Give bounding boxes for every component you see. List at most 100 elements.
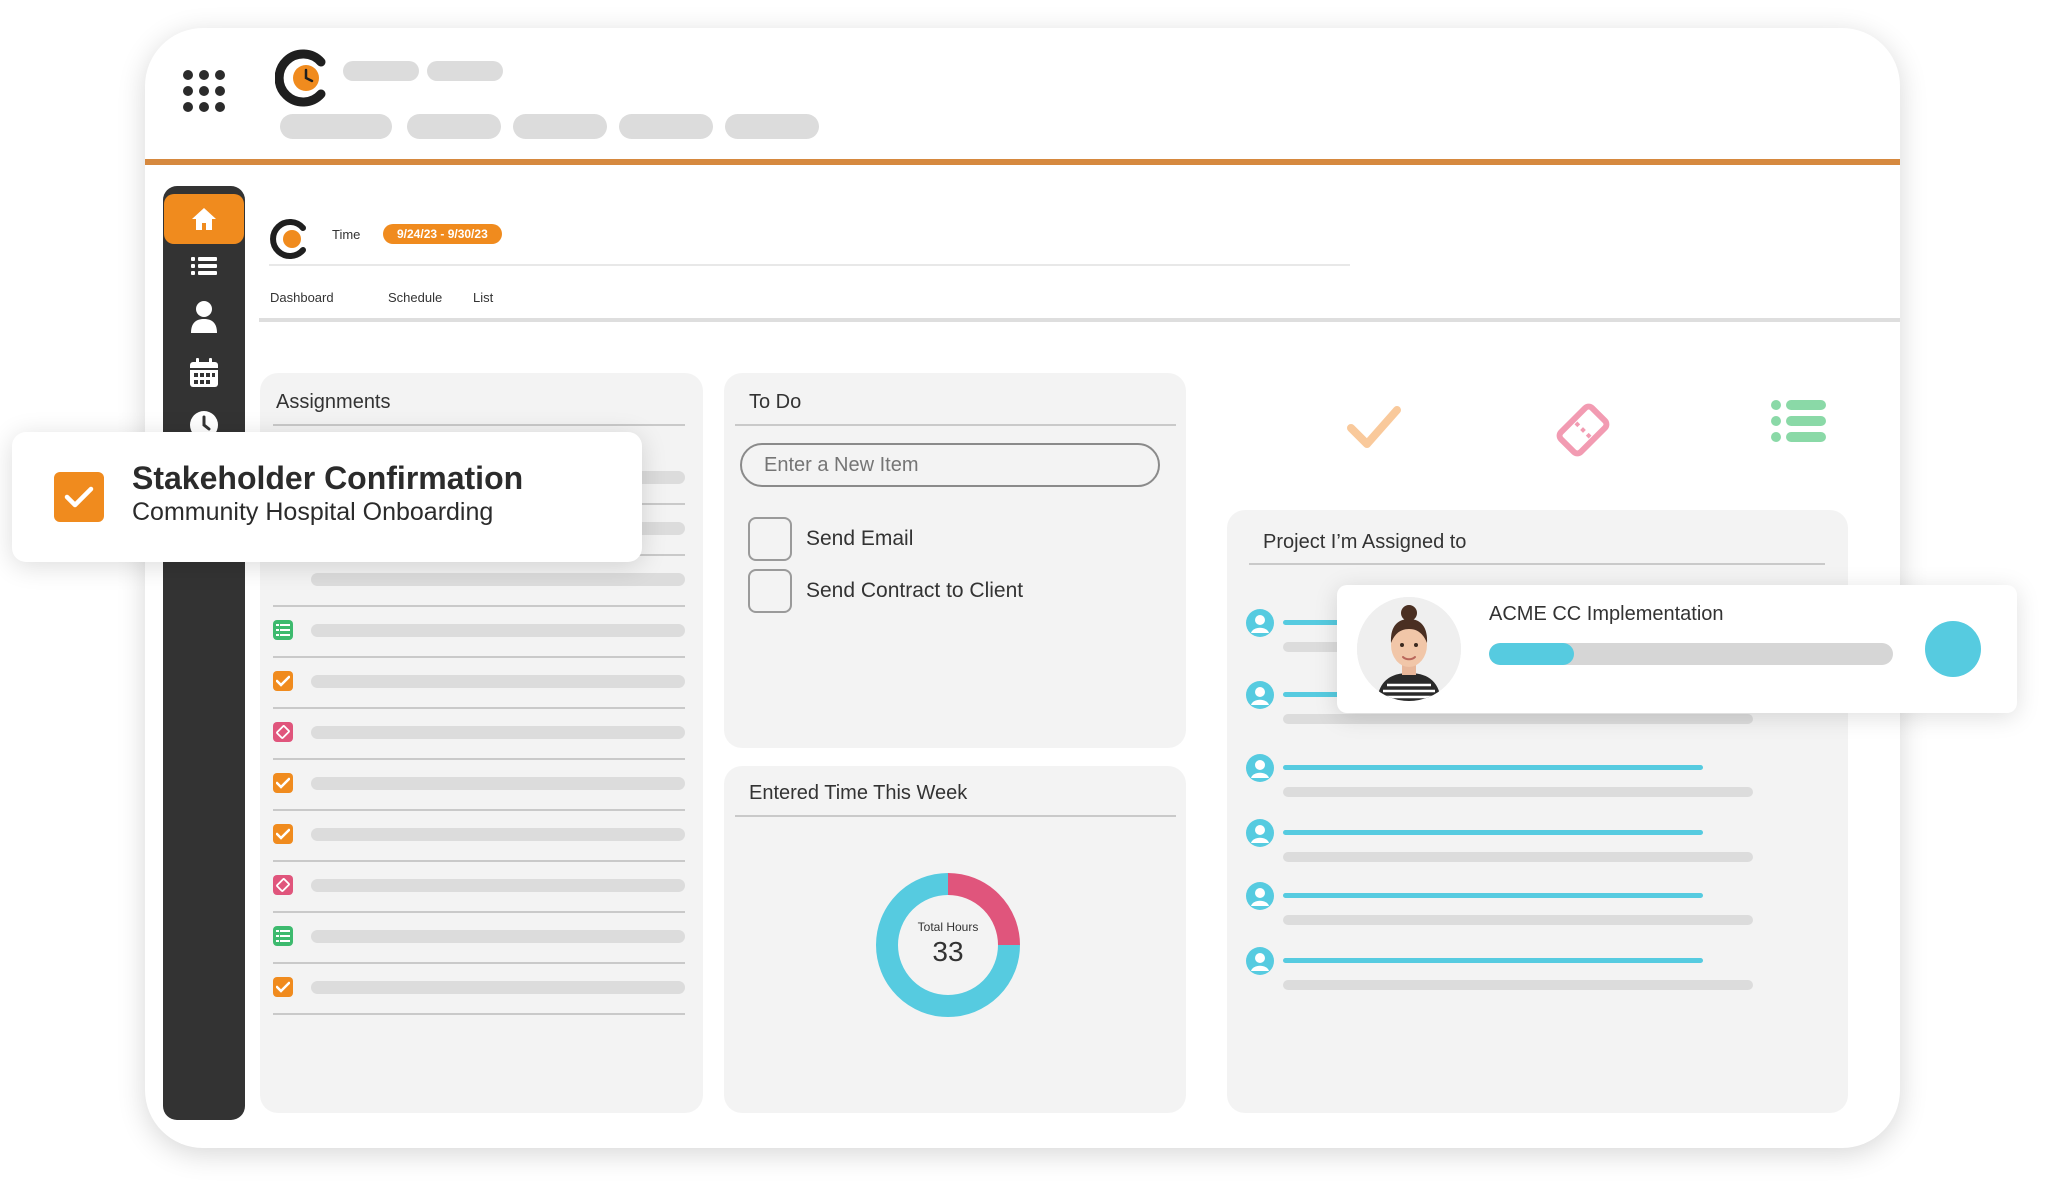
sidebar-item-list[interactable] [163, 241, 245, 291]
list-icon [273, 620, 293, 640]
tab-dashboard[interactable]: Dashboard [270, 290, 334, 305]
row-placeholder-bar [311, 726, 685, 739]
todo-item[interactable]: Send Contract to Client [748, 569, 1023, 613]
check-icon [1347, 406, 1401, 448]
check-icon [54, 472, 104, 522]
user-icon [191, 301, 217, 333]
new-item-input[interactable] [740, 443, 1160, 487]
assignment-subtitle: Community Hospital Onboarding [132, 498, 494, 526]
todo-checkbox[interactable] [748, 517, 792, 561]
assignment-row[interactable] [273, 963, 685, 1015]
stat-value: 55 [1449, 397, 1506, 455]
check-icon [273, 977, 293, 997]
apps-grid-icon[interactable] [183, 70, 227, 114]
placeholder-pill [343, 61, 419, 81]
user-avatar-icon [1246, 819, 1274, 847]
row-placeholder-bar [311, 675, 685, 688]
header-divider [269, 264, 1350, 266]
tab-list[interactable]: List [473, 290, 493, 305]
check-icon [273, 773, 293, 793]
tabs-divider [259, 318, 1900, 322]
sidebar [163, 186, 245, 1120]
donut-total-value: 33 [932, 936, 964, 967]
project-row[interactable] [1245, 946, 1753, 1006]
module-label: Time [332, 227, 361, 242]
list-icon [191, 257, 217, 275]
ticket-icon [273, 875, 293, 895]
user-avatar-icon [1246, 609, 1274, 637]
todo-title: To Do [749, 391, 802, 413]
stat-value: 110 [1237, 397, 1319, 455]
placeholder-pill [427, 61, 503, 81]
row-placeholder-bar [311, 981, 685, 994]
nav-placeholder[interactable] [280, 114, 392, 139]
assignment-row[interactable] [273, 657, 685, 709]
row-placeholder-bar [311, 879, 685, 892]
user-avatar-icon [1246, 754, 1274, 782]
user-avatar-icon [1246, 882, 1274, 910]
assignment-row[interactable] [273, 861, 685, 913]
donut-center-label: Total Hours [917, 920, 979, 934]
stat-tile-lists[interactable]: 11 [1652, 374, 1848, 482]
check-icon [273, 824, 293, 844]
list-icon [1771, 400, 1826, 442]
sidebar-item-calendar[interactable] [163, 348, 245, 398]
top-bar [145, 28, 1900, 163]
project-row[interactable] [1245, 881, 1753, 941]
calendar-icon [190, 358, 218, 387]
row-placeholder-bar [311, 777, 685, 790]
app-logo [270, 219, 306, 259]
todo-item-label: Send Email [806, 527, 914, 550]
user-avatar-icon [1246, 947, 1274, 975]
ticket-icon [1556, 403, 1610, 457]
stat-value: 11 [1662, 397, 1716, 455]
assignee-photo [1357, 597, 1461, 701]
assignment-row[interactable] [273, 759, 685, 811]
assignment-title: Stakeholder Confirmation [132, 460, 524, 496]
assignment-row[interactable] [273, 555, 685, 607]
sidebar-item-user[interactable] [163, 292, 245, 342]
list-icon [273, 926, 293, 946]
sidebar-item-home[interactable] [164, 194, 244, 244]
tab-schedule[interactable]: Schedule [388, 290, 442, 305]
nav-placeholder[interactable] [725, 114, 819, 139]
todo-item[interactable]: Send Email [748, 517, 913, 561]
projects-title: Project I’m Assigned to [1263, 531, 1467, 553]
row-placeholder-bar [311, 930, 685, 943]
date-range-badge[interactable]: 9/24/23 - 9/30/23 [383, 224, 502, 244]
assignment-row[interactable] [273, 708, 685, 760]
stat-tile-tickets[interactable]: 55 [1439, 374, 1635, 482]
assignments-title: Assignments [276, 391, 391, 413]
home-icon [192, 208, 216, 230]
row-placeholder-bar [311, 624, 685, 637]
user-avatar-icon [1246, 681, 1274, 709]
project-progress-fill [1489, 643, 1574, 665]
ticket-icon [273, 722, 293, 742]
row-placeholder-bar [311, 828, 685, 841]
assignment-row[interactable] [273, 810, 685, 862]
row-placeholder-bar [311, 573, 685, 586]
project-name: ACME CC Implementation [1489, 603, 1724, 625]
projects-title-divider [1249, 563, 1825, 565]
assignment-row[interactable] [273, 912, 685, 964]
assignment-popup-card[interactable]: Stakeholder Confirmation Community Hospi… [12, 432, 642, 562]
check-icon [273, 671, 293, 691]
top-bar-divider [145, 159, 1900, 165]
nav-placeholder[interactable] [619, 114, 713, 139]
project-popup-card[interactable]: ACME CC Implementation [1337, 585, 2017, 713]
assignment-row[interactable] [273, 606, 685, 658]
assignments-title-divider [273, 424, 685, 426]
project-row[interactable] [1245, 753, 1753, 813]
stat-tile-completed[interactable]: 110 [1227, 374, 1423, 482]
todo-checkbox[interactable] [748, 569, 792, 613]
project-status-dot[interactable] [1925, 621, 1981, 677]
brand-logo [275, 49, 326, 107]
entered-time-title: Entered Time This Week [749, 782, 968, 804]
project-row[interactable] [1245, 818, 1753, 878]
todo-title-divider [735, 424, 1176, 426]
entered-time-title-divider [735, 815, 1176, 817]
nav-placeholder[interactable] [407, 114, 501, 139]
nav-placeholder[interactable] [513, 114, 607, 139]
todo-item-label: Send Contract to Client [806, 579, 1024, 602]
project-progress-bar [1489, 643, 1893, 665]
